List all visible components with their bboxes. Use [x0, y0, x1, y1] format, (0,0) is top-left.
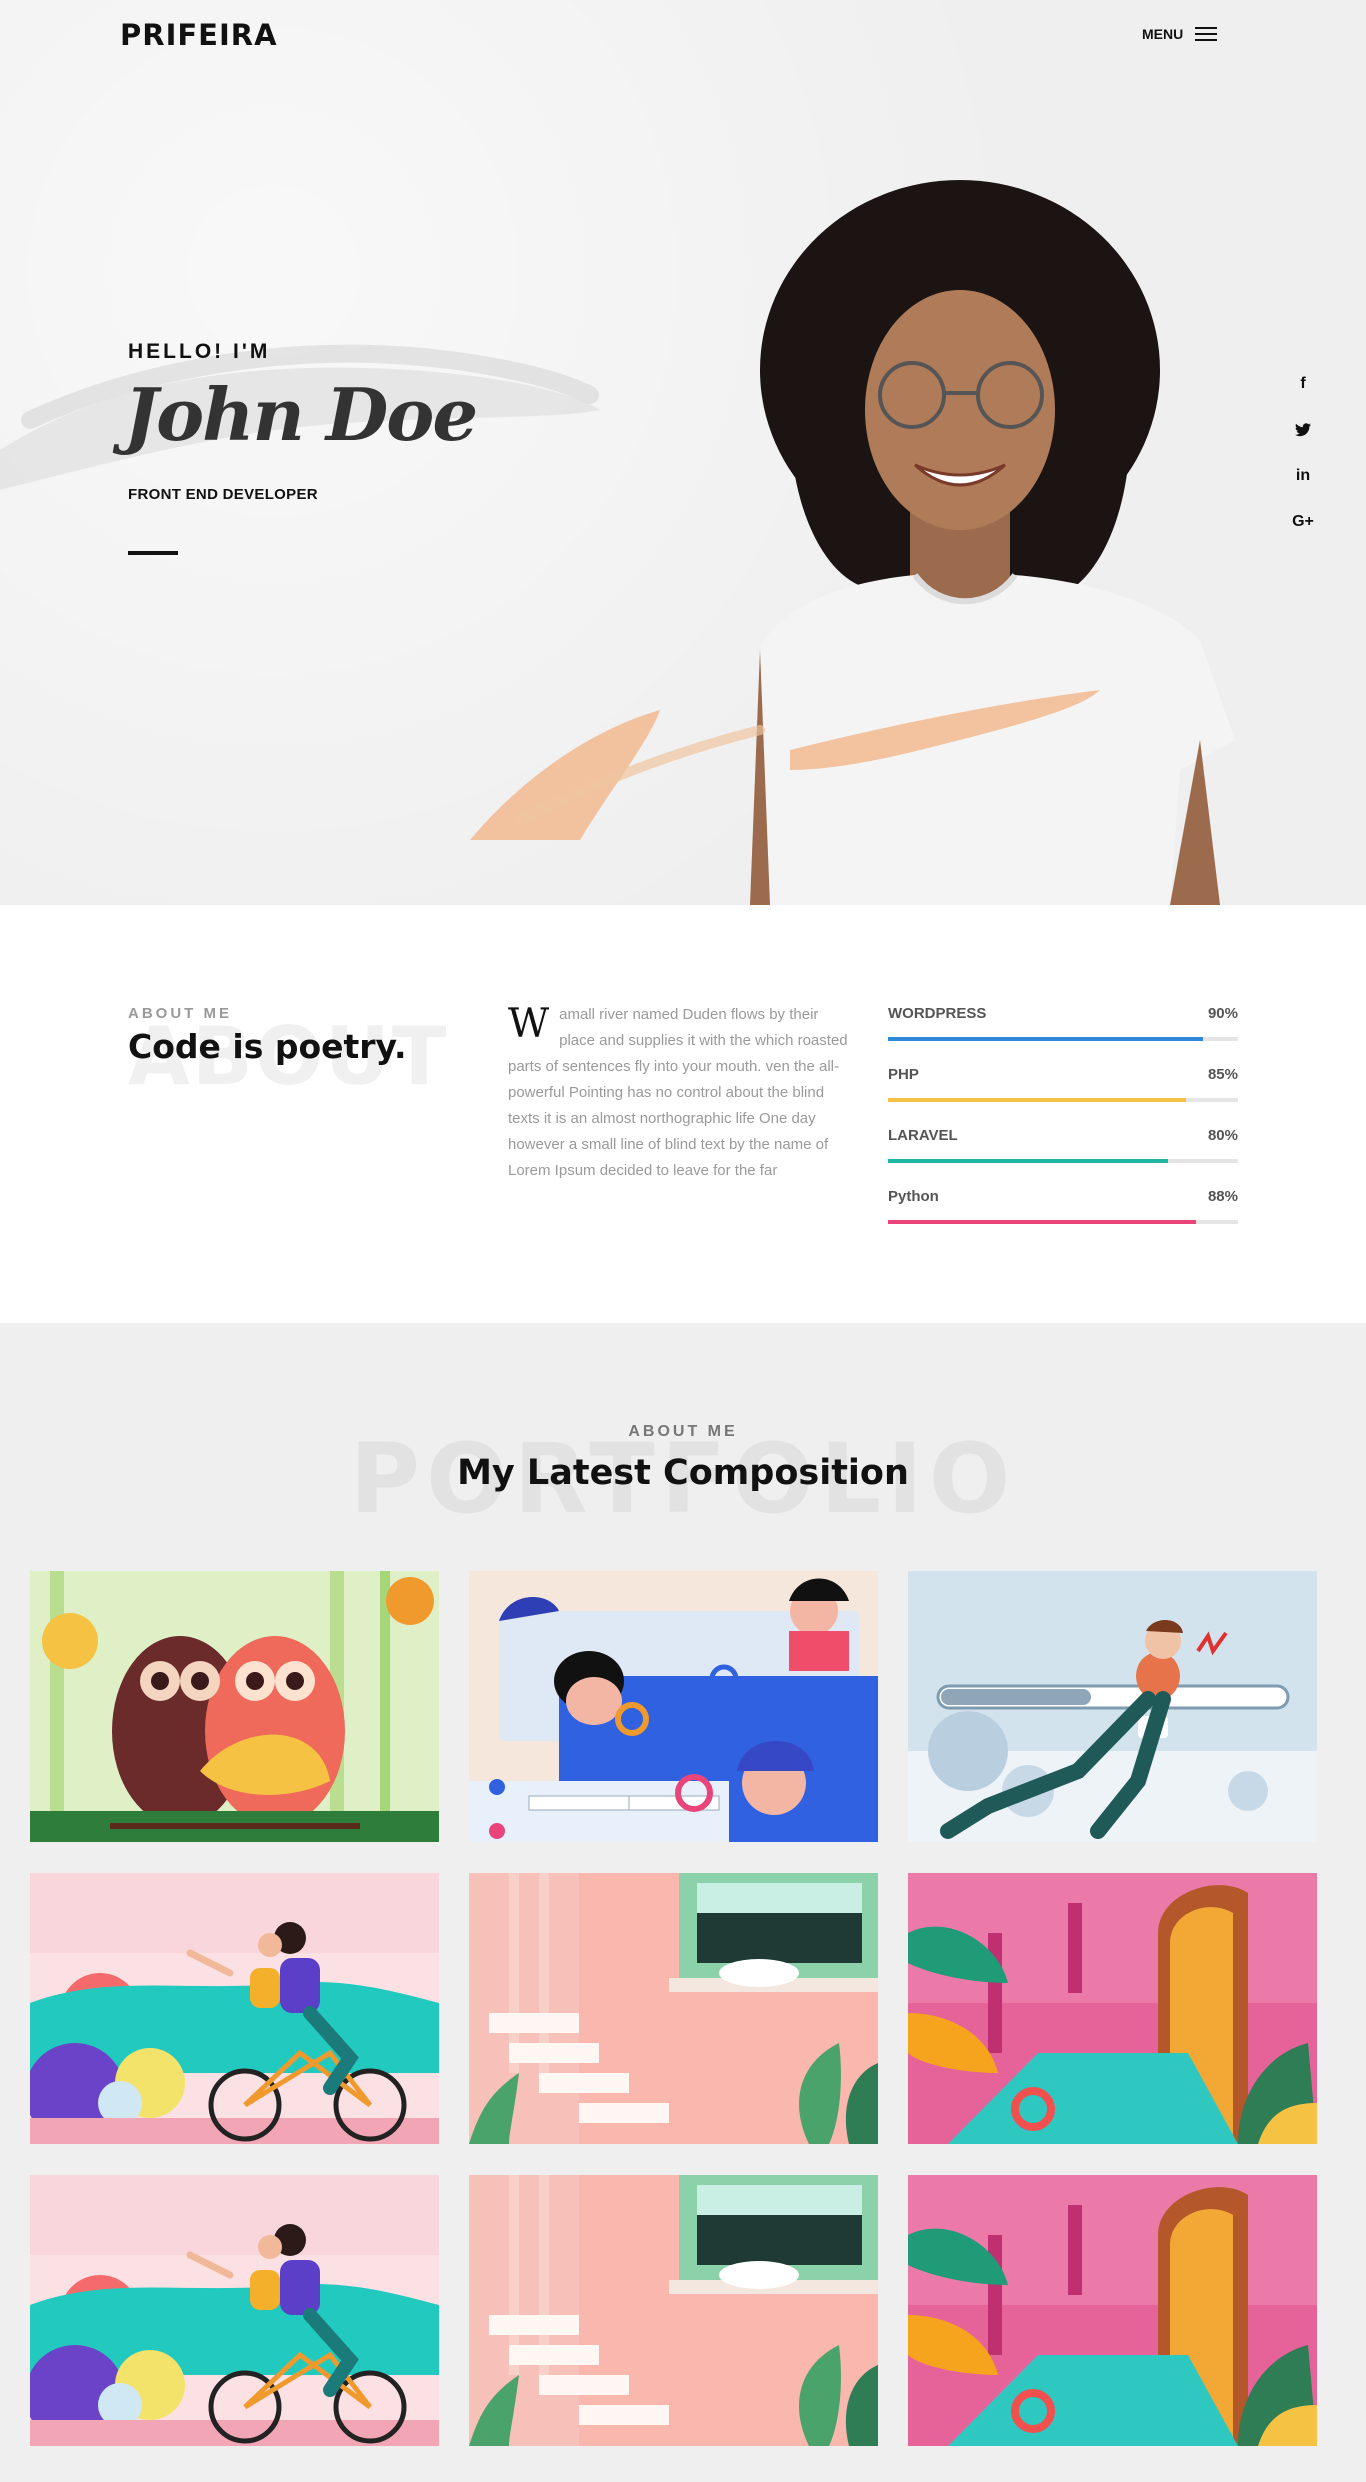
- hero-section: PRIFEIRA MENU HELLO! I'M John Doe FRONT …: [0, 0, 1366, 905]
- skill-bar-track: [888, 1159, 1238, 1163]
- facebook-icon[interactable]: f: [1289, 370, 1317, 398]
- pink-stairs-cat-image: [469, 2175, 878, 2446]
- about-section: ABOUT ABOUT ME Code is poetry. W amall r…: [0, 905, 1366, 1323]
- hero-divider: [128, 551, 178, 555]
- portfolio-item-pink-pool-door[interactable]: [908, 2175, 1317, 2446]
- portfolio-title: My Latest Composition: [457, 1453, 909, 1493]
- portfolio-item-progress-runner[interactable]: [908, 1571, 1317, 1842]
- skill-bar-track: [888, 1037, 1238, 1041]
- skill-name: WORDPRESS: [888, 1005, 987, 1022]
- hero-role: FRONT END DEVELOPER: [128, 486, 318, 503]
- portfolio-item-search-team[interactable]: [469, 1571, 878, 1842]
- skill-bar-fill: [888, 1220, 1196, 1224]
- skill-bar-fill: [888, 1037, 1203, 1041]
- skill-percent: 88%: [1207, 1188, 1238, 1205]
- about-subtitle: ABOUT ME: [128, 1005, 232, 1022]
- peach-brush-stroke: [470, 690, 1100, 840]
- skill-percent: 80%: [1207, 1127, 1238, 1144]
- skill-percent: 85%: [1207, 1066, 1238, 1083]
- skill-name: PHP: [888, 1066, 919, 1083]
- portfolio-item-pink-stairs-cat[interactable]: [469, 1873, 878, 2144]
- skill-bar-track: [888, 1220, 1238, 1224]
- skill-name: Python: [888, 1188, 939, 1205]
- skill-bar-fill: [888, 1159, 1168, 1163]
- portfolio-item-pink-pool-door[interactable]: [908, 1873, 1317, 2144]
- portfolio-item-bicycle-couple[interactable]: [30, 2175, 439, 2446]
- twitter-icon[interactable]: [1289, 416, 1317, 444]
- site-logo[interactable]: PRIFEIRA: [120, 18, 278, 52]
- skill-wordpress: WORDPRESS 90%: [888, 1005, 1238, 1066]
- pink-pool-door-image: [908, 1873, 1317, 2144]
- skill-python: Python 88%: [888, 1188, 1238, 1249]
- hero-greeting: HELLO! I'M: [128, 340, 271, 363]
- bicycle-couple-image: [30, 1873, 439, 2144]
- social-links: f in G+: [1288, 370, 1318, 536]
- skill-laravel: LARAVEL 80%: [888, 1127, 1238, 1188]
- linkedin-icon[interactable]: in: [1289, 462, 1317, 490]
- portfolio-item-bicycle-couple[interactable]: [30, 1873, 439, 2144]
- skill-php: PHP 85%: [888, 1066, 1238, 1127]
- dropcap-letter: W: [508, 1001, 550, 1047]
- skill-percent: 90%: [1207, 1005, 1238, 1022]
- search-team-image: [469, 1571, 878, 1842]
- google-plus-icon[interactable]: G+: [1289, 508, 1317, 536]
- pink-stairs-cat-image: [469, 1873, 878, 2144]
- skills-list: WORDPRESS 90% PHP 85% LARAVEL 80% Python…: [888, 1005, 1238, 1249]
- portfolio-grid: [30, 1571, 1317, 2446]
- about-title: Code is poetry.: [128, 1027, 407, 1066]
- menu-button[interactable]: MENU: [1142, 26, 1218, 42]
- skill-name: LARAVEL: [888, 1127, 958, 1144]
- portfolio-item-owls[interactable]: [30, 1571, 439, 1842]
- about-body-text: amall river named Duden flows by their p…: [508, 1006, 848, 1179]
- about-paragraph: W amall river named Duden flows by their…: [508, 1002, 848, 1184]
- portfolio-section: PORTFOLIO ABOUT ME My Latest Composition: [0, 1323, 1366, 2482]
- skill-bar-track: [888, 1098, 1238, 1102]
- menu-label: MENU: [1142, 26, 1184, 42]
- owls-image: [30, 1571, 439, 1842]
- progress-runner-image: [908, 1571, 1317, 1842]
- skill-bar-fill: [888, 1098, 1186, 1102]
- bicycle-couple-image: [30, 2175, 439, 2446]
- portfolio-item-pink-stairs-cat[interactable]: [469, 2175, 878, 2446]
- portfolio-subtitle: ABOUT ME: [628, 1423, 738, 1440]
- hamburger-icon: [1195, 27, 1218, 41]
- pink-pool-door-image: [908, 2175, 1317, 2446]
- hero-name: John Doe: [124, 372, 478, 457]
